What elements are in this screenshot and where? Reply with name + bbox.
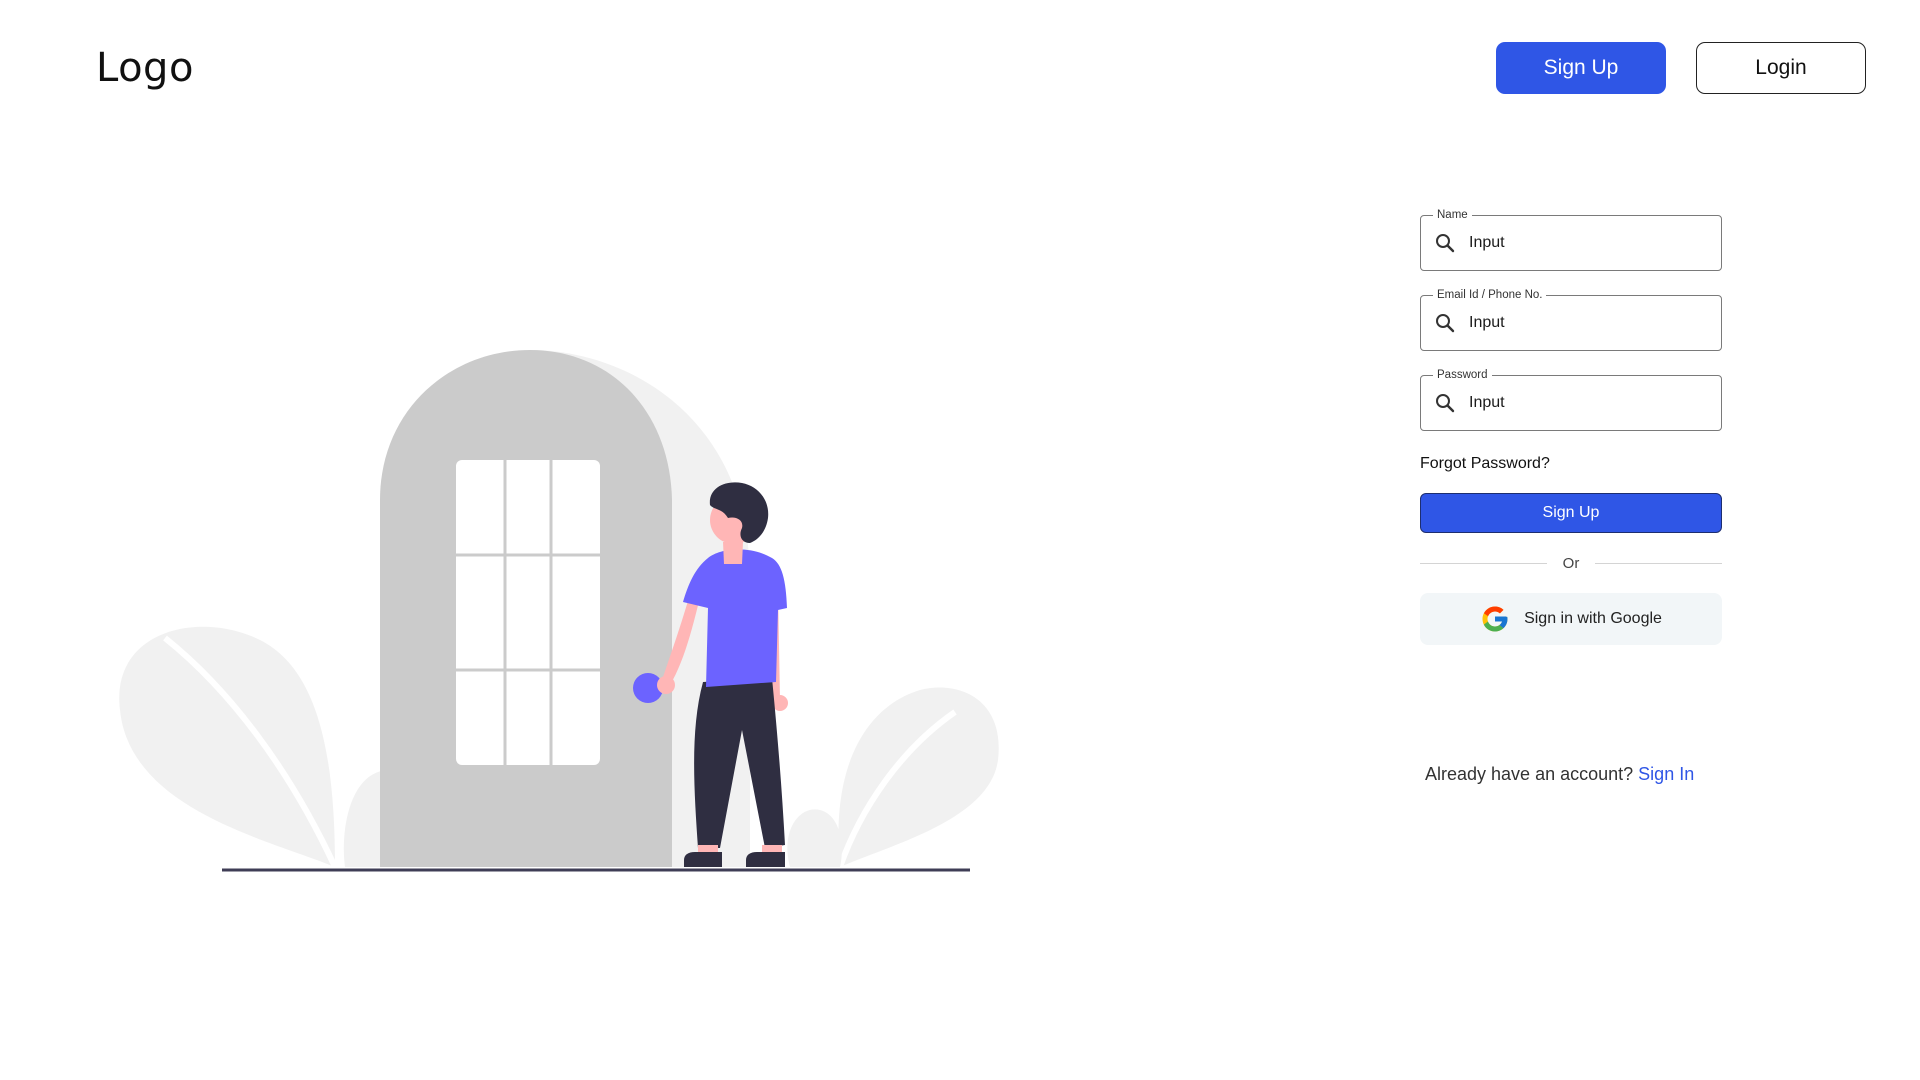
name-field-label: Name — [1433, 208, 1472, 222]
search-icon — [1433, 231, 1457, 255]
account-prompt: Already have an account? Sign In — [1425, 764, 1694, 785]
google-signin-button[interactable]: Sign in with Google — [1420, 593, 1722, 645]
left-plant — [119, 626, 407, 869]
door-window — [456, 460, 600, 765]
right-plant — [787, 687, 999, 868]
search-icon — [1433, 311, 1457, 335]
divider-line — [1420, 562, 1547, 564]
google-signin-label: Sign in with Google — [1524, 610, 1662, 627]
header-login-button[interactable]: Login — [1696, 42, 1866, 94]
account-prompt-text: Already have an account? — [1425, 764, 1634, 784]
signup-form: Name Input Email Id / Phone No. Input Pa… — [1420, 208, 1723, 645]
logo: Logo — [96, 45, 194, 91]
or-label: Or — [1562, 554, 1580, 572]
name-input[interactable]: Input — [1469, 234, 1505, 252]
sign-in-link[interactable]: Sign In — [1638, 764, 1694, 784]
forgot-password-link[interactable]: Forgot Password? — [1420, 455, 1722, 473]
or-divider: Or — [1420, 553, 1723, 573]
divider-line — [1595, 562, 1723, 564]
door-illustration — [119, 350, 999, 872]
email-phone-input[interactable]: Input — [1469, 314, 1505, 332]
header-signup-button[interactable]: Sign Up — [1496, 42, 1666, 94]
email-phone-field[interactable]: Email Id / Phone No. Input — [1420, 288, 1722, 351]
email-phone-field-label: Email Id / Phone No. — [1433, 288, 1547, 302]
signup-page: Logo Sign Up Login Name Input Email Id /… — [0, 0, 1920, 1080]
password-field[interactable]: Password Input — [1420, 368, 1722, 431]
name-field[interactable]: Name Input — [1420, 208, 1722, 271]
password-field-label: Password — [1433, 368, 1492, 382]
signup-submit-button[interactable]: Sign Up — [1420, 493, 1722, 533]
google-logo-icon — [1480, 604, 1510, 634]
password-input[interactable]: Input — [1469, 394, 1505, 412]
search-icon — [1433, 391, 1457, 415]
